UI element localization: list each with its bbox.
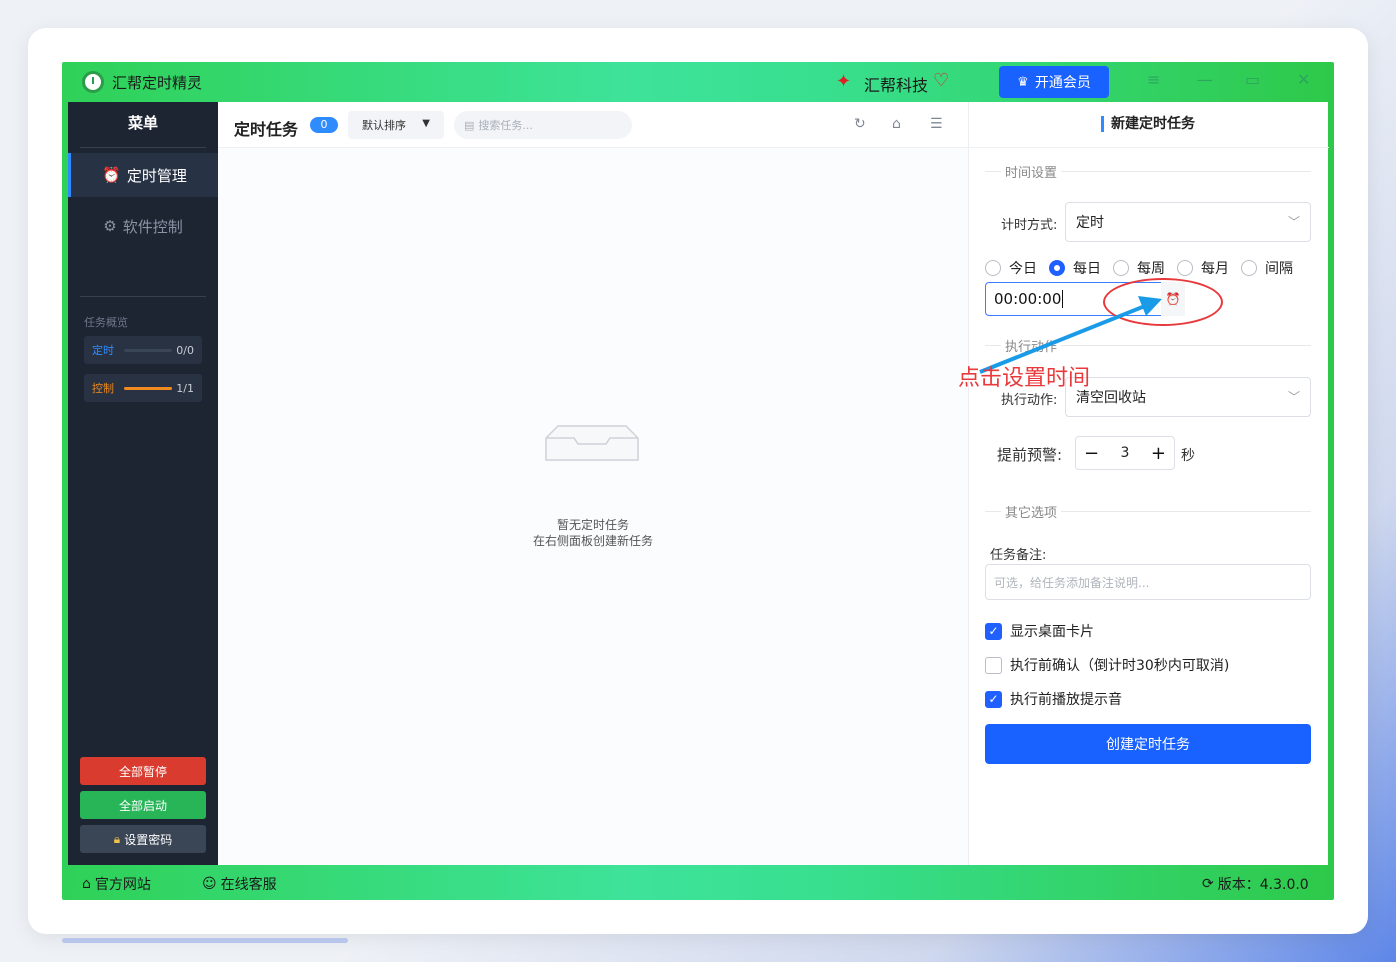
- annotation-arrow: [979, 296, 1162, 374]
- annotation-text: 点击设置时间: [958, 366, 1091, 391]
